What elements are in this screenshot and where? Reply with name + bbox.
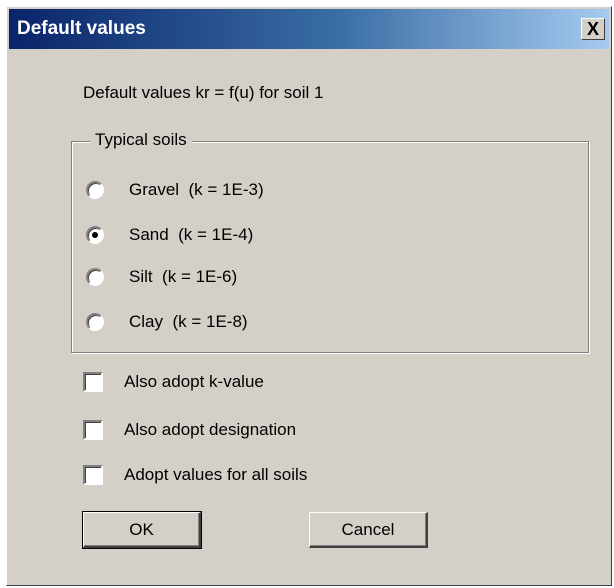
checkbox-box[interactable] xyxy=(83,420,103,440)
dialog-subtitle: Default values kr = f(u) for soil 1 xyxy=(83,83,324,102)
checkbox-label: Also adopt designation xyxy=(124,420,297,439)
close-icon: X xyxy=(586,19,599,39)
ok-button[interactable]: OK xyxy=(82,511,202,549)
group-legend: Typical soils xyxy=(90,130,192,150)
default-values-dialog: Default values X Default values kr = f(u… xyxy=(6,6,612,586)
checkbox-label: Adopt values for all soils xyxy=(124,465,308,484)
radio-button[interactable] xyxy=(86,313,104,331)
radio-clay[interactable]: Clay (k = 1E-8) xyxy=(86,309,248,335)
radio-label: Sand (k = 1E-4) xyxy=(129,225,254,244)
radio-sand[interactable]: Sand (k = 1E-4) xyxy=(86,222,253,248)
checkbox-box[interactable] xyxy=(83,465,103,485)
checkbox-adopt-all-soils[interactable]: Adopt values for all soils xyxy=(83,462,307,488)
radio-gravel[interactable]: Gravel (k = 1E-3) xyxy=(86,177,264,203)
typical-soils-group: Typical soils Gravel (k = 1E-3) Sand (k … xyxy=(71,130,589,353)
radio-label: Clay (k = 1E-8) xyxy=(129,312,248,331)
radio-button[interactable] xyxy=(86,181,104,199)
radio-button[interactable] xyxy=(86,226,104,244)
radio-dot-icon xyxy=(92,232,98,238)
checkbox-adopt-designation[interactable]: Also adopt designation xyxy=(83,417,296,443)
radio-button[interactable] xyxy=(86,268,104,286)
checkbox-label: Also adopt k-value xyxy=(124,372,264,391)
checkbox-box[interactable] xyxy=(83,372,103,392)
radio-label: Silt (k = 1E-6) xyxy=(129,267,238,286)
radio-label: Gravel (k = 1E-3) xyxy=(129,180,264,199)
radio-silt[interactable]: Silt (k = 1E-6) xyxy=(86,264,237,290)
checkbox-adopt-k-value[interactable]: Also adopt k-value xyxy=(83,369,264,395)
cancel-button[interactable]: Cancel xyxy=(309,512,428,548)
close-button[interactable]: X xyxy=(581,18,605,40)
title-bar[interactable]: Default values X xyxy=(9,9,609,49)
dialog-title: Default values xyxy=(17,18,146,39)
